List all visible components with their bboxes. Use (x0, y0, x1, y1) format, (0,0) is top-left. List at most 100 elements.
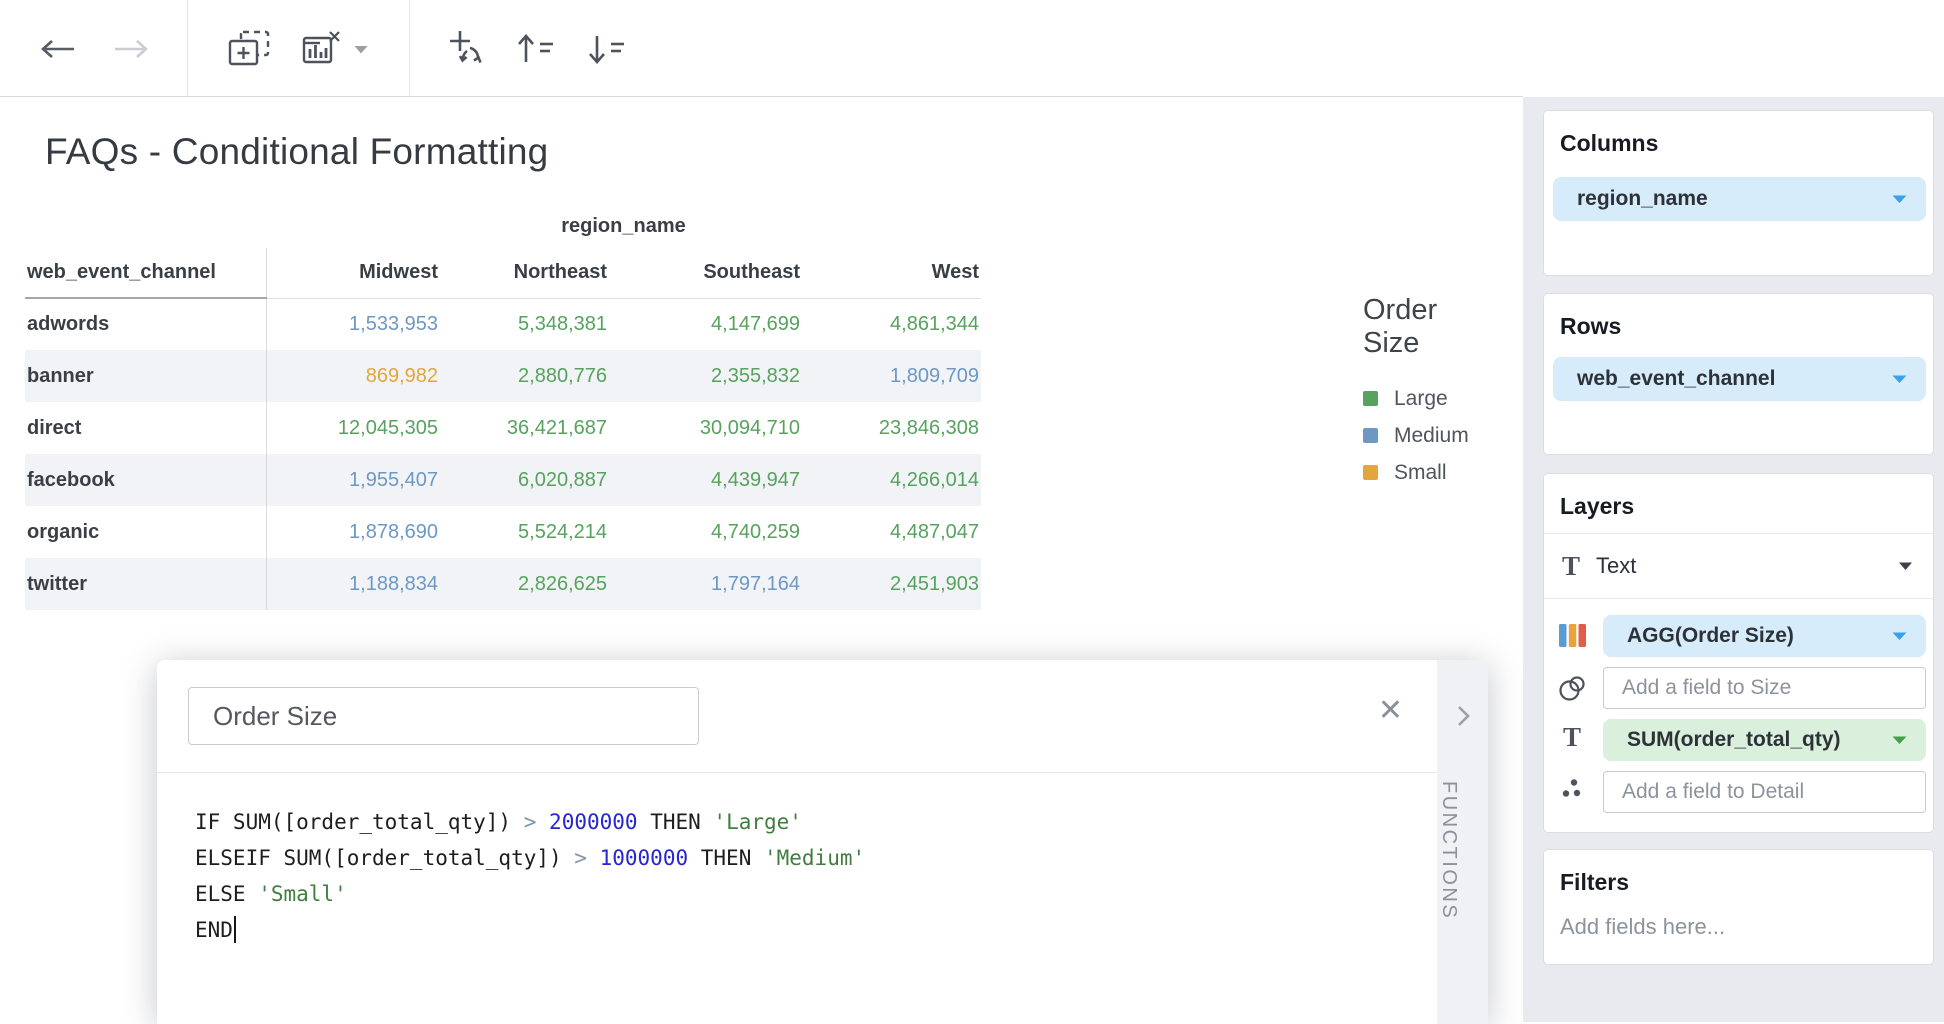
sort-descending-icon (586, 31, 626, 70)
legend-item: Small (1363, 461, 1513, 485)
order-size-legend: Order Size LargeMediumSmall (1363, 294, 1513, 498)
formula-editor-main: ✕ IF SUM([order_total_qty]) > 2000000 TH… (157, 660, 1437, 1024)
code-token: 'Small' (258, 882, 347, 906)
delete-chart-icon (301, 29, 343, 72)
legend-item: Medium (1363, 424, 1513, 448)
code-line: ELSE 'Small' (195, 876, 865, 912)
table-cell: 2,880,776 (440, 350, 609, 402)
table-cell: 5,348,381 (440, 298, 609, 350)
code-token (536, 810, 549, 834)
color-field-pill[interactable]: AGG(Order Size) (1603, 615, 1926, 657)
table-row: organic1,878,6905,524,2144,740,2594,487,… (25, 506, 981, 558)
legend-label: Large (1394, 387, 1448, 411)
caret-down-icon (1891, 734, 1908, 746)
sort-descending-button[interactable] (580, 26, 632, 74)
rows-card: Rows web_event_channel (1543, 293, 1934, 455)
text-layer-icon: T (1562, 553, 1580, 580)
filters-card: Filters Add fields here... (1543, 849, 1934, 965)
add-chart-button[interactable] (223, 26, 275, 74)
filters-drop-zone[interactable]: Add fields here... (1560, 914, 1933, 940)
code-token (587, 846, 600, 870)
close-icon[interactable]: ✕ (1378, 696, 1403, 726)
code-token: 'Medium' (764, 846, 865, 870)
text-field-label: SUM(order_total_qty) (1627, 728, 1841, 752)
formula-editor-header: ✕ (157, 660, 1437, 773)
table-cell: 4,740,259 (609, 506, 802, 558)
code-token: END (195, 918, 233, 942)
pivot-table: web_event_channelMidwestNortheastSouthea… (25, 248, 981, 610)
row-label: adwords (25, 298, 266, 350)
page-title: FAQs - Conditional Formatting (45, 131, 548, 173)
column-header: Midwest (266, 248, 440, 298)
swap-axes-button[interactable] (442, 26, 494, 74)
back-button[interactable] (31, 26, 83, 74)
table-cell: 4,439,947 (609, 454, 802, 506)
code-line: END (195, 912, 865, 948)
table-cell: 1,188,834 (266, 558, 440, 610)
size-field-input[interactable] (1603, 667, 1926, 709)
color-field-label: AGG(Order Size) (1627, 624, 1794, 648)
chevron-right-icon[interactable] (1437, 704, 1488, 733)
table-cell: 1,878,690 (266, 506, 440, 558)
toolbar-divider (0, 96, 1523, 97)
code-token: THEN (638, 810, 714, 834)
functions-tab[interactable]: FUNCTIONS (1437, 781, 1460, 920)
size-circles-icon (1554, 674, 1590, 702)
table-row: facebook1,955,4076,020,8874,439,9474,266… (25, 454, 981, 506)
table-cell: 869,982 (266, 350, 440, 402)
columns-card: Columns region_name (1543, 110, 1934, 276)
columns-field-pill[interactable]: region_name (1553, 177, 1926, 221)
toolbar-separator (187, 0, 188, 96)
legend-swatch (1363, 465, 1378, 480)
code-line: IF SUM([order_total_qty]) > 2000000 THEN… (195, 804, 865, 840)
caret-down-icon (1891, 630, 1908, 642)
text-field-pill[interactable]: SUM(order_total_qty) (1603, 719, 1926, 761)
forward-icon (113, 37, 151, 64)
text-layer-icon: T (1554, 724, 1590, 751)
table-cell: 4,861,344 (802, 298, 981, 350)
table-row: direct12,045,30536,421,68730,094,71023,8… (25, 402, 981, 454)
table-cell: 1,797,164 (609, 558, 802, 610)
forward-button[interactable] (106, 26, 158, 74)
table-cell: 2,451,903 (802, 558, 981, 610)
table-cell: 1,533,953 (266, 298, 440, 350)
formula-code-editor[interactable]: IF SUM([order_total_qty]) > 2000000 THEN… (195, 804, 865, 948)
legend-label: Medium (1394, 424, 1469, 448)
row-label: facebook (25, 454, 266, 506)
rows-field-label: web_event_channel (1577, 367, 1775, 391)
code-token: > (524, 810, 537, 834)
table-cell: 2,826,625 (440, 558, 609, 610)
row-dimension-header: web_event_channel (25, 248, 266, 298)
table-cell: 12,045,305 (266, 402, 440, 454)
add-chart-icon (226, 28, 272, 73)
filters-heading: Filters (1560, 869, 1933, 896)
caret-down-icon (1891, 193, 1908, 205)
rows-field-pill[interactable]: web_event_channel (1553, 357, 1926, 401)
legend-swatch (1363, 391, 1378, 406)
formula-name-input[interactable] (188, 687, 699, 745)
code-token: 'Large' (713, 810, 802, 834)
columns-heading: Columns (1560, 130, 1933, 157)
detail-dots-icon (1554, 777, 1590, 802)
delete-chart-menu-button[interactable] (344, 26, 378, 74)
row-label: direct (25, 402, 266, 454)
rows-heading: Rows (1560, 313, 1933, 340)
table-row: banner869,9822,880,7762,355,8321,809,709 (25, 350, 981, 402)
column-group-label: region_name (266, 215, 981, 238)
table-cell: 23,846,308 (802, 402, 981, 454)
code-token: 1000000 (600, 846, 689, 870)
columns-field-label: region_name (1577, 187, 1708, 211)
detail-field-input[interactable] (1603, 771, 1926, 813)
sort-ascending-button[interactable] (509, 26, 561, 74)
column-header: Northeast (440, 248, 609, 298)
text-cursor (234, 916, 236, 943)
formula-editor-panel: ✕ IF SUM([order_total_qty]) > 2000000 TH… (157, 660, 1488, 1024)
code-line: ELSEIF SUM([order_total_qty]) > 1000000 … (195, 840, 865, 876)
table-cell: 4,487,047 (802, 506, 981, 558)
layer-type-selector[interactable]: T Text (1544, 534, 1933, 598)
legend-item: Large (1363, 387, 1513, 411)
table-cell: 5,524,214 (440, 506, 609, 558)
delete-chart-button[interactable] (296, 26, 348, 74)
layers-card: Layers T Text AGG(Order Size) T SUM(orde… (1543, 473, 1934, 833)
table-cell: 1,809,709 (802, 350, 981, 402)
